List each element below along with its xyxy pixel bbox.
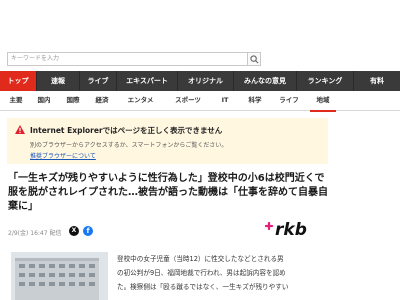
facebook-share-icon[interactable]: f <box>83 226 93 236</box>
category-tab-entertainment[interactable]: エンタメ <box>123 91 158 110</box>
category-tab-science[interactable]: 科学 <box>243 91 267 110</box>
article-body-line: た。検察側は「殴る蹴るではなく、一生キズが残りやすい <box>117 283 289 291</box>
category-tab-it[interactable]: IT <box>217 91 233 110</box>
browser-warning-banner: Internet Explorerではページを正しく表示できません 別のブラウザ… <box>7 118 328 164</box>
rkb-logo[interactable]: rkb <box>262 214 322 242</box>
top-header <box>0 0 400 42</box>
main-nav-item-expert[interactable]: エキスパート <box>117 71 178 91</box>
svg-text:rkb: rkb <box>275 220 307 240</box>
building-image <box>11 252 108 300</box>
search-button[interactable] <box>247 52 261 66</box>
main-navigation: トップ 速報 ライブ エキスパート オリジナル みんなの意見 ランキング 有料 <box>0 71 400 91</box>
category-tab-sports[interactable]: スポーツ <box>168 91 208 110</box>
main-nav-item-top[interactable]: トップ <box>0 71 37 91</box>
category-tab-region[interactable]: 地域 <box>310 91 336 112</box>
warning-title: Internet Explorerではページを正しく表示できません <box>30 126 223 135</box>
article-body-line: の初公判が9日、福岡地裁で行われ、男は起訴内容を認め <box>117 269 286 277</box>
warning-message: 別のブラウザーからアクセスするか、スマートフォンからご覧ください。 <box>30 142 228 149</box>
main-nav-item-paid[interactable]: 有料 <box>354 71 400 91</box>
category-tab-major[interactable]: 主要 <box>4 91 28 110</box>
main-nav-item-original[interactable]: オリジナル <box>178 71 234 91</box>
warning-icon <box>15 125 25 134</box>
search-icon <box>250 55 259 64</box>
main-nav-item-flash[interactable]: 速報 <box>37 71 80 91</box>
category-tab-domestic[interactable]: 国内 <box>32 91 56 110</box>
article-photo <box>11 252 108 300</box>
category-navigation: 主要 国内 国際 経済 エンタメ スポーツ IT 科学 ライフ 地域 <box>0 91 400 112</box>
search-input[interactable]: キーワードを入力 <box>7 52 247 66</box>
x-share-icon[interactable]: X <box>69 226 79 236</box>
article-title: 「一生キズが残りやすいように性行為した」登校中の小6は校門近くで服を脱がされレイ… <box>8 173 328 212</box>
article-body-line: 登校中の女子児童（当時12）に性交したなどとされる男 <box>117 255 284 263</box>
category-tab-international[interactable]: 国際 <box>61 91 85 110</box>
recommended-browsers-link[interactable]: 推奨ブラウザーについて <box>30 151 96 160</box>
article-body: 登校中の女子児童（当時12）に性交したなどとされる男 の初公判が9日、福岡地裁で… <box>117 252 327 294</box>
main-nav-item-opinions[interactable]: みんなの意見 <box>234 71 297 91</box>
category-tab-economy[interactable]: 経済 <box>90 91 114 110</box>
main-nav-item-ranking[interactable]: ランキング <box>297 71 354 91</box>
main-nav-item-live[interactable]: ライブ <box>80 71 117 91</box>
category-tab-life[interactable]: ライフ <box>275 91 303 110</box>
article-date: 2/9(金) 16:47 配信 <box>8 230 62 237</box>
